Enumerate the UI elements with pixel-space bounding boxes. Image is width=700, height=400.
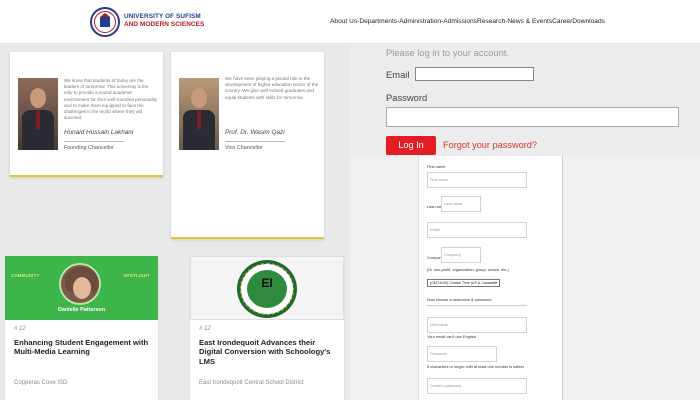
article-number: # 12 xyxy=(199,326,211,332)
password-label: Password xyxy=(386,92,428,103)
site-header: UNIVERSITY OF SUFISM AND MODERN SCIENCES… xyxy=(0,0,700,44)
nav-research[interactable]: Research xyxy=(477,18,505,25)
article-source: East Irondequoit Central School District xyxy=(199,380,304,386)
password-field[interactable] xyxy=(386,107,679,127)
nav-administration[interactable]: Administration xyxy=(399,18,441,25)
university-name-line2: AND MODERN SCIENCES xyxy=(124,20,205,28)
email-input[interactable]: Email xyxy=(427,222,527,238)
article-card[interactable]: EI # 12 East Irondequoit Advances their … xyxy=(190,256,344,400)
vice-chancellor-quote: We have been playing a pivotal role in t… xyxy=(225,76,319,100)
profile-photo xyxy=(59,263,101,305)
spotlight-tag: SPOTLIGHT xyxy=(123,273,150,278)
nav-admissions[interactable]: Admissions xyxy=(443,18,477,25)
chevron-down-icon: ▾ xyxy=(494,280,497,285)
vice-chancellor-card: We have been playing a pivotal role in t… xyxy=(171,52,324,239)
page: UNIVERSITY OF SUFISM AND MODERN SCIENCES… xyxy=(0,0,700,400)
chancellor-photo xyxy=(18,78,58,150)
university-logo-icon[interactable] xyxy=(89,7,121,37)
confirm-password-input[interactable]: Confirm password xyxy=(427,378,527,394)
divider xyxy=(427,305,527,306)
nav-news-events[interactable]: News & Events xyxy=(507,18,552,25)
company-input[interactable]: Company xyxy=(441,247,481,263)
first-name-label: First name xyxy=(427,164,446,169)
university-name-line1: UNIVERSITY OF SUFISM xyxy=(124,13,201,20)
vice-chancellor-name: Prof. Dr. Wasim Qazi xyxy=(225,129,285,136)
article-source: Copperas Cove ISD xyxy=(14,380,68,386)
article-card[interactable]: COMMUNITY SPOTLIGHT Danielle Patterson #… xyxy=(5,256,158,400)
article-number: # 12 xyxy=(14,326,26,332)
username-hint: Your email can't use Engrish xyxy=(427,334,477,339)
divider xyxy=(64,141,124,142)
timezone-value: (GMT-6:00) Central Time (US & Canada) xyxy=(430,281,496,285)
email-label: Email xyxy=(386,69,410,80)
username-input[interactable]: Username xyxy=(427,317,527,333)
login-button[interactable]: Log In xyxy=(386,136,436,155)
divider xyxy=(225,141,285,142)
article-thumbnail[interactable]: EI xyxy=(190,256,344,320)
chancellor-quote: We know that students of today are the l… xyxy=(64,78,158,121)
chancellor-card: We know that students of today are the l… xyxy=(10,52,163,177)
login-panel: Please log in to your account. Email Pas… xyxy=(350,44,700,156)
timezone-select[interactable]: (GMT-6:00) Central Time (US & Canada) ▾ xyxy=(427,279,500,287)
article-title[interactable]: Enhancing Student Engagement with Multi-… xyxy=(14,338,154,357)
vice-chancellor-photo xyxy=(179,78,219,150)
first-name-input[interactable]: First name xyxy=(427,172,527,188)
nav-about-us[interactable]: About Us xyxy=(330,18,357,25)
district-seal-icon: EI xyxy=(237,260,297,318)
spotlight-name: Danielle Patterson xyxy=(57,307,106,313)
main-nav: About Us - Departments - Administration … xyxy=(330,18,605,25)
chancellor-name: Hunaid Hussain Lakhani xyxy=(64,129,134,136)
login-hint: Please log in to your account. xyxy=(386,47,509,58)
article-thumbnail[interactable]: COMMUNITY SPOTLIGHT Danielle Patterson xyxy=(5,256,158,320)
password-input[interactable]: Password xyxy=(427,346,497,362)
forgot-password-link[interactable]: Forgot your password? xyxy=(443,140,537,150)
nav-departments[interactable]: Departments xyxy=(359,18,397,25)
community-tag: COMMUNITY xyxy=(11,273,40,278)
nav-career[interactable]: Career xyxy=(552,18,572,25)
email-field[interactable] xyxy=(415,67,534,81)
password-hint: 6 characters or longer with at least one… xyxy=(427,364,524,369)
chancellor-role: Founding Chancellor xyxy=(64,145,114,151)
nav-downloads[interactable]: Downloads xyxy=(572,18,605,25)
username-heading: Now choose a username & password xyxy=(427,297,492,302)
registration-form: First name First name Last name Last nam… xyxy=(418,156,563,400)
university-name[interactable]: UNIVERSITY OF SUFISM AND MODERN SCIENCES xyxy=(124,13,204,28)
vice-chancellor-role: Vice Chancellor xyxy=(225,145,263,151)
article-title[interactable]: East Irondequoit Advances their Digital … xyxy=(199,338,339,366)
company-hint: (Or non-profit, organization, group, sch… xyxy=(427,267,509,272)
last-name-input[interactable]: Last name xyxy=(441,196,481,212)
seal-letters: EI xyxy=(261,276,273,290)
